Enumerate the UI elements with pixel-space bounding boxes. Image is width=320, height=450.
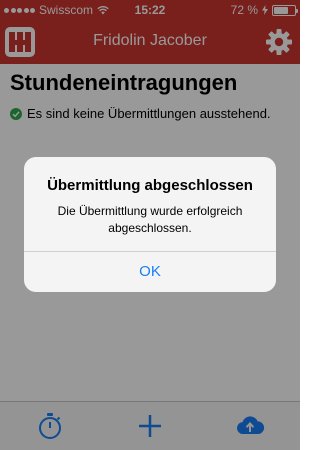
- alert-title: Übermittlung abgeschlossen: [47, 177, 253, 194]
- alert-dialog: Übermittlung abgeschlossen Die Übermittl…: [24, 157, 276, 292]
- alert-message: Die Übermittlung wurde erfolgreich abges…: [57, 204, 243, 235]
- ok-button[interactable]: OK: [24, 252, 276, 292]
